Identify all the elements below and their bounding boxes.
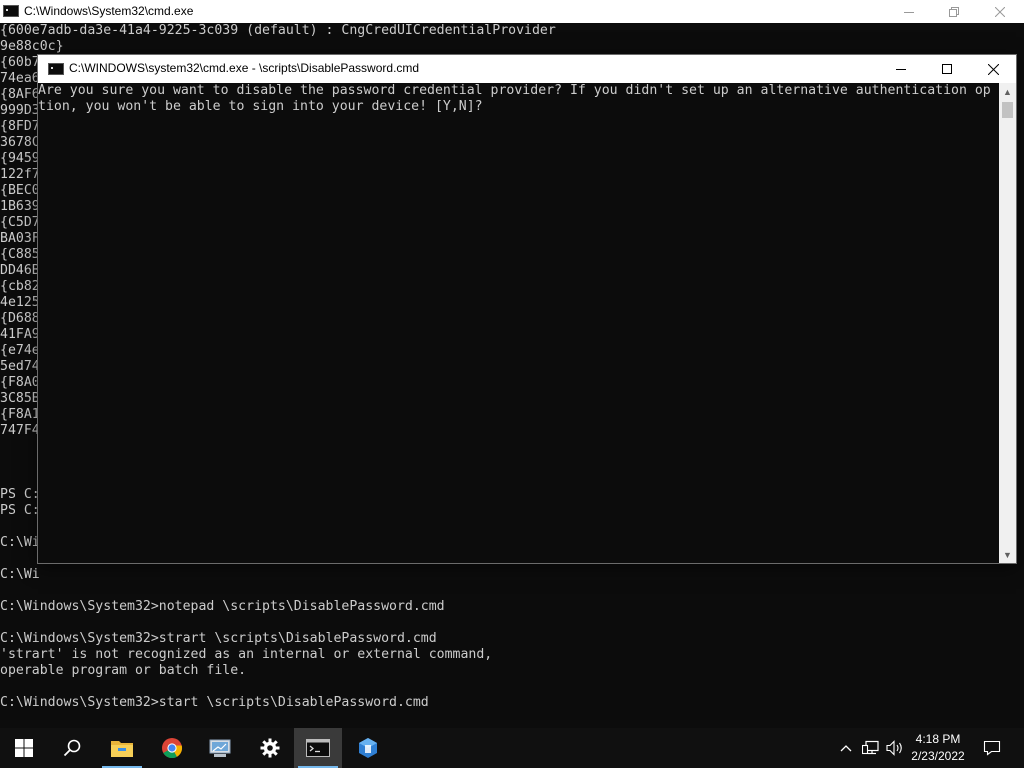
control-panel-icon — [209, 739, 231, 757]
cmd-icon — [3, 5, 19, 17]
console-line: C:\Windows\System32>notepad \scripts\Dis… — [0, 599, 445, 614]
front-maximize-button[interactable] — [924, 55, 970, 83]
console-line: 'strart' is not recognized as an interna… — [0, 647, 493, 662]
maximize-icon — [942, 64, 952, 74]
tray-overflow-button[interactable] — [836, 728, 856, 768]
gear-icon — [260, 738, 280, 758]
front-window-title: C:\WINDOWS\system32\cmd.exe - \scripts\D… — [69, 61, 420, 75]
clock-date: 2/23/2022 — [911, 749, 965, 763]
start-button[interactable] — [0, 728, 48, 768]
console-line: tion, you won't be able to sign into you… — [38, 99, 483, 114]
console-line: {600e7adb-da3e-41a4-9225-3c039 (default)… — [0, 23, 556, 38]
chrome-icon — [162, 738, 183, 759]
tray-network[interactable] — [860, 728, 882, 768]
taskbar-settings[interactable] — [246, 728, 294, 768]
back-restore-button[interactable] — [931, 0, 977, 23]
chevron-up-icon — [840, 745, 852, 752]
close-icon — [995, 6, 1005, 17]
front-title-bar[interactable]: C:\WINDOWS\system32\cmd.exe - \scripts\D… — [38, 55, 1016, 83]
folder-icon — [111, 741, 133, 757]
action-center-button[interactable] — [978, 728, 1006, 768]
console-line: 9e88c0c} — [0, 39, 64, 54]
taskbar-control-panel[interactable] — [196, 728, 244, 768]
search-icon — [63, 739, 81, 757]
command-prompt-icon — [306, 739, 330, 757]
console-line: C:\Wi — [0, 567, 40, 582]
cmd-icon — [48, 63, 64, 75]
console-line: C:\Windows\System32>start \scripts\Disab… — [0, 695, 429, 710]
front-scrollbar[interactable]: ▲ ▼ — [999, 83, 1016, 563]
back-minimize-button[interactable] — [886, 0, 932, 23]
front-minimize-button[interactable] — [878, 55, 924, 83]
front-close-button[interactable] — [970, 55, 1016, 83]
windows-logo-icon — [15, 739, 33, 757]
taskbar-command-prompt[interactable] — [294, 728, 342, 768]
console-line: operable program or batch file. — [0, 663, 247, 678]
app-icon — [359, 738, 377, 758]
network-icon — [862, 740, 879, 755]
front-console-output[interactable]: Are you sure you want to disable the pas… — [38, 83, 1000, 563]
taskbar-chrome[interactable] — [148, 728, 196, 768]
restore-icon — [949, 6, 959, 17]
close-icon — [987, 63, 999, 75]
scroll-down-arrow-icon[interactable]: ▼ — [999, 546, 1016, 563]
minimize-icon — [896, 69, 906, 70]
back-title-bar[interactable]: C:\Windows\System32\cmd.exe — [0, 0, 1024, 23]
front-cmd-window[interactable]: C:\WINDOWS\system32\cmd.exe - \scripts\D… — [38, 55, 1016, 563]
scroll-thumb[interactable] — [1002, 102, 1013, 118]
console-line: Are you sure you want to disable the pas… — [38, 83, 991, 98]
search-button[interactable] — [48, 728, 96, 768]
back-window-title: C:\Windows\System32\cmd.exe — [24, 4, 194, 18]
taskbar-file-explorer[interactable] — [98, 728, 146, 768]
notification-icon — [983, 740, 1001, 756]
system-clock[interactable]: 4:18 PM 2/23/2022 — [900, 728, 976, 768]
taskbar-app[interactable] — [344, 728, 392, 768]
taskbar: 4:18 PM 2/23/2022 — [0, 728, 1024, 768]
back-close-button[interactable] — [977, 0, 1023, 23]
scroll-up-arrow-icon[interactable]: ▲ — [999, 83, 1016, 100]
clock-time: 4:18 PM — [915, 732, 961, 746]
console-line: C:\Windows\System32>strart \scripts\Disa… — [0, 631, 437, 646]
minimize-icon — [904, 11, 914, 13]
